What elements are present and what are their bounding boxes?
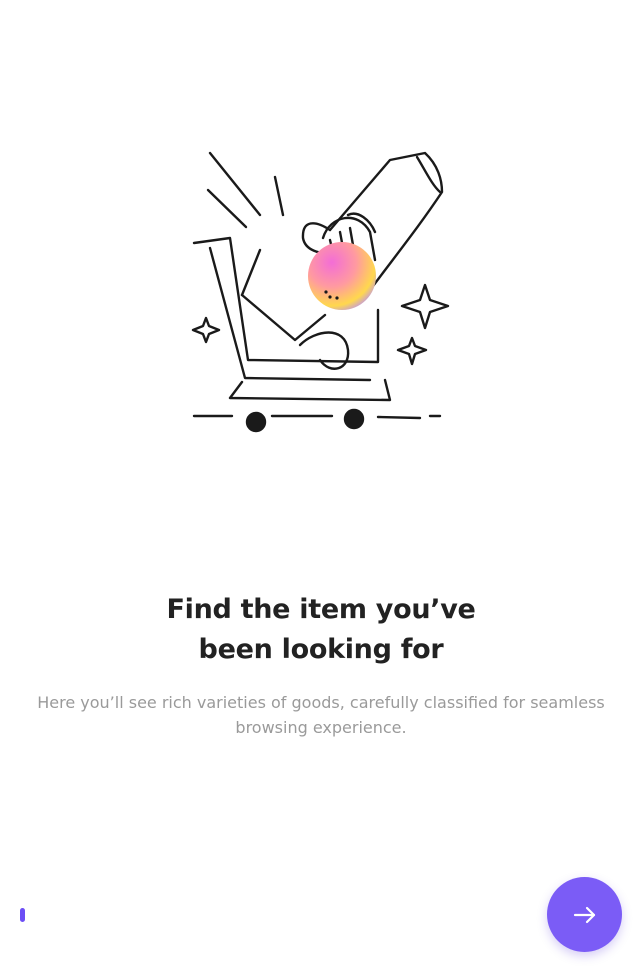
shopping-cart-hand-icon [191,151,450,433]
next-button[interactable] [547,877,622,952]
cart-illustration [180,140,470,440]
onboarding-title-line-1: Find the item you’ve [166,594,476,625]
onboarding-title-line-2: been looking for [198,634,444,665]
onboarding-subtitle: Here you’ll see rich varieties of goods,… [37,693,605,737]
arrow-right-icon [573,906,595,923]
page-indicator-active-dot [20,908,25,922]
onboarding-title: Find the item you’ve been looking for [0,590,642,670]
